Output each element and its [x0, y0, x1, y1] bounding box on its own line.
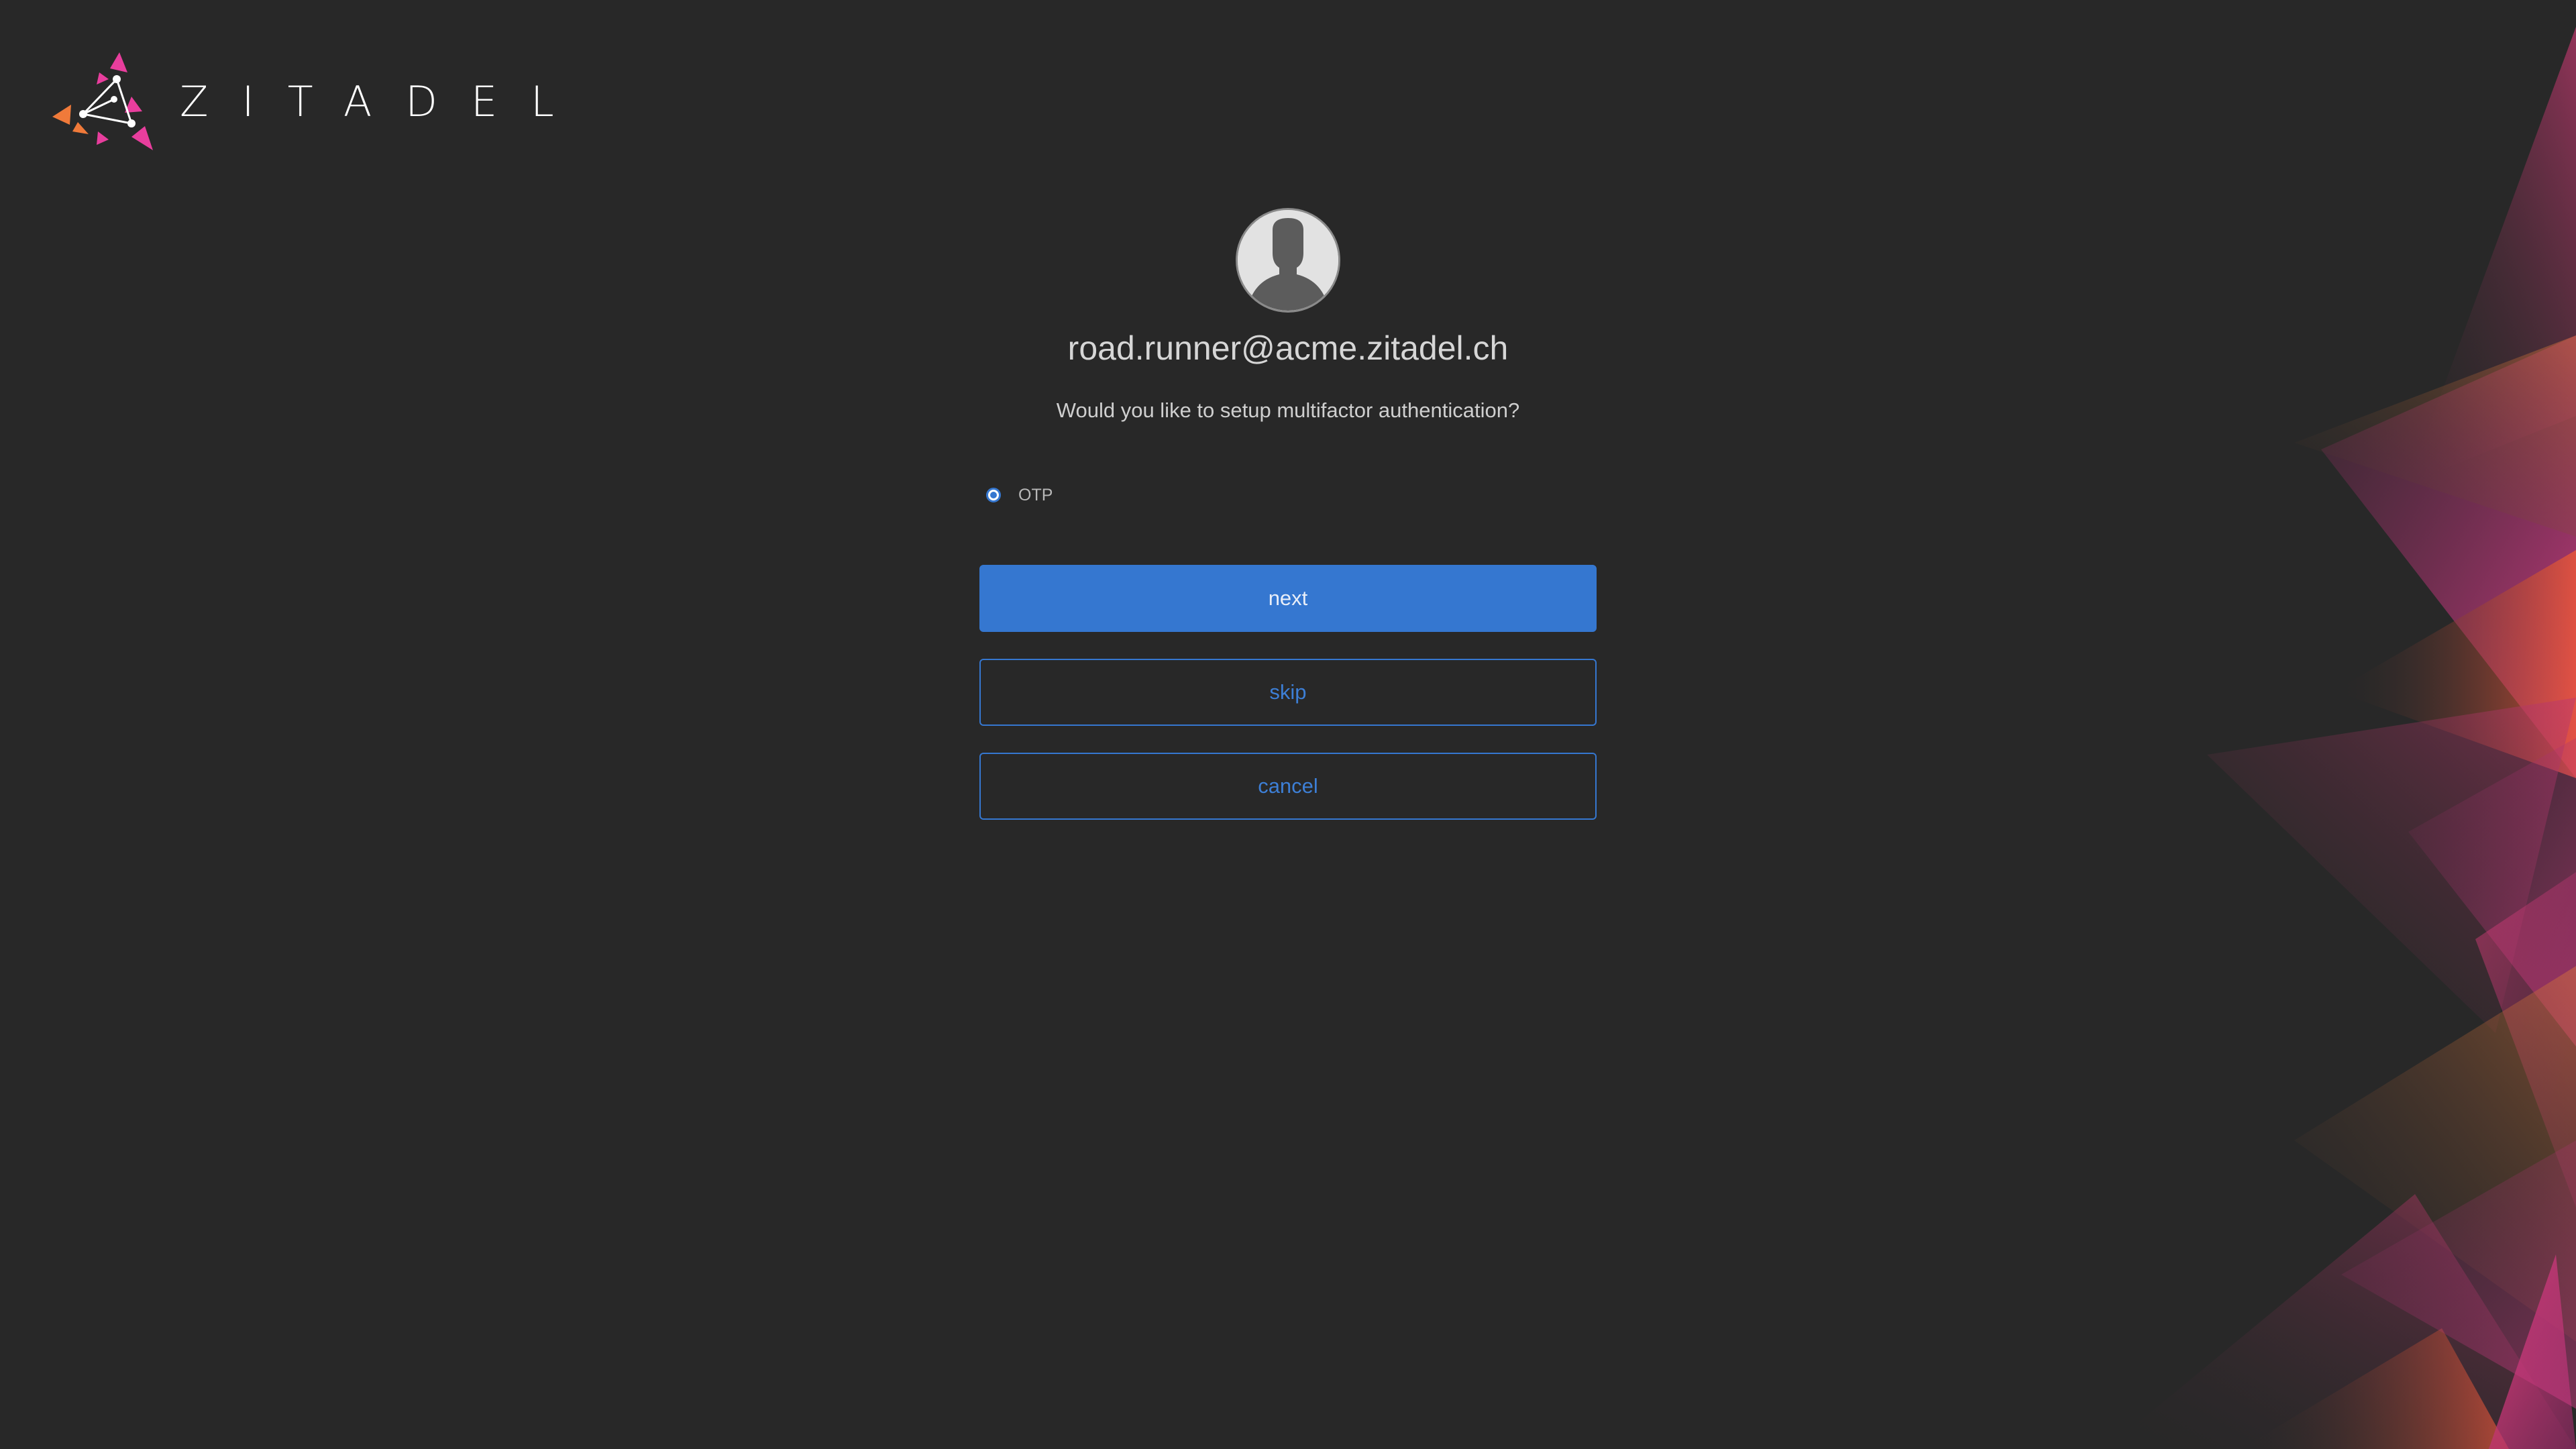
- skip-button[interactable]: skip: [979, 659, 1597, 726]
- otp-label: OTP: [1018, 485, 1053, 504]
- avatar: [1236, 208, 1340, 313]
- otp-radio[interactable]: [986, 488, 1001, 502]
- user-silhouette-icon: [1238, 210, 1338, 311]
- mfa-question: Would you like to setup multifactor auth…: [1056, 398, 1520, 422]
- next-button[interactable]: next: [979, 565, 1597, 632]
- cancel-button[interactable]: cancel: [979, 753, 1597, 820]
- background-decoration: [2106, 27, 2576, 1449]
- mfa-option-otp[interactable]: OTP: [986, 480, 1597, 510]
- logo-wordmark: ZITADEL: [180, 76, 588, 126]
- mfa-options: OTP: [979, 480, 1597, 510]
- mfa-prompt-panel: road.runner@acme.zitadel.ch Would you li…: [979, 208, 1597, 820]
- login-page: ZITADEL road.runner@acme.zitadel.ch Woul…: [0, 0, 2576, 1449]
- login-name: road.runner@acme.zitadel.ch: [1067, 329, 1509, 367]
- zitadel-logo[interactable]: ZITADEL: [52, 52, 588, 150]
- zitadel-logo-icon: [52, 52, 153, 150]
